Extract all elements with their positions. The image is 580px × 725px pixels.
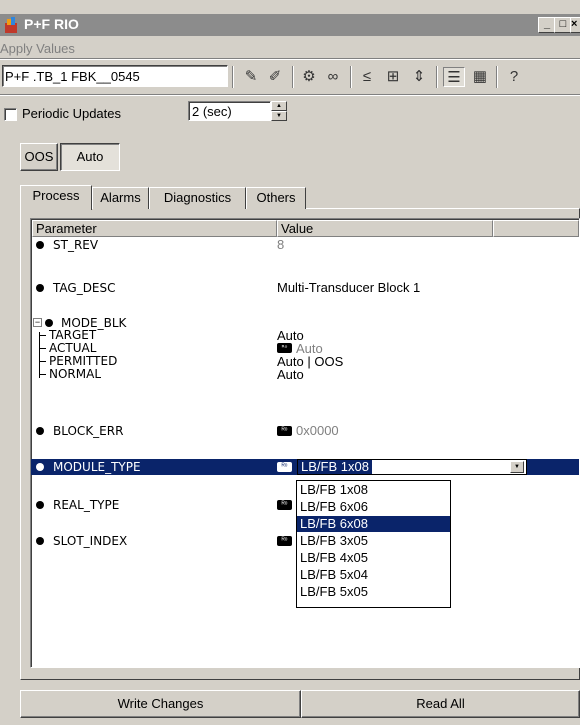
bullet-icon [36, 501, 44, 509]
device-tag-field[interactable]: P+F .TB_1 FBK__0545 [2, 65, 228, 87]
tree-line [39, 348, 46, 349]
combobox-value: LB/FB 1x08 [298, 460, 372, 474]
oos-button[interactable]: OOS [20, 143, 58, 171]
read-only-icon: ᴿᵒ [277, 536, 292, 546]
module-type-dropdown-list[interactable]: LB/FB 1x08 LB/FB 6x06 LB/FB 6x08 LB/FB 3… [296, 480, 451, 608]
dropdown-option[interactable]: LB/FB 5x05 [297, 584, 450, 600]
periodic-updates-checkbox[interactable] [4, 108, 17, 121]
bullet-icon [36, 537, 44, 545]
toolbar-separator [496, 66, 498, 88]
dropdown-option[interactable]: LB/FB 4x05 [297, 550, 450, 566]
param-row-tag-desc[interactable]: TAG_DESC Multi-Transducer Block 1 [31, 280, 579, 296]
link-icon[interactable]: ∞ [322, 67, 344, 87]
tab-others[interactable]: Others [246, 187, 306, 209]
read-only-icon: ᴿᵒ [277, 426, 292, 436]
toolbar: P+F .TB_1 FBK__0545 ✎ ✐ ⚙ ∞ ≤ ⊞ ⇕ ☰ ▦ ? [0, 62, 580, 92]
column-header-parameter[interactable]: Parameter [32, 220, 277, 237]
dropdown-option-highlighted[interactable]: LB/FB 6x08 [297, 516, 450, 532]
pencil-icon[interactable]: ✐ [264, 67, 286, 87]
sort-icon[interactable]: ⇕ [408, 67, 430, 87]
write-changes-button[interactable]: Write Changes [20, 690, 301, 718]
child-row-permitted[interactable]: PERMITTED Auto | OOS [31, 355, 579, 368]
tab-alarms[interactable]: Alarms [92, 187, 149, 209]
column-header-blank [493, 220, 579, 237]
read-only-icon: ᴿᵒ [277, 462, 292, 472]
dropdown-option[interactable]: LB/FB 1x08 [297, 482, 450, 498]
param-name: ST_REV [53, 238, 99, 252]
bullet-icon [45, 319, 53, 327]
tree-line [39, 361, 46, 362]
spin-down-icon[interactable]: ▼ [271, 111, 287, 121]
grid-view-icon[interactable]: ▦ [469, 67, 491, 87]
menu-bar: Apply Values [0, 38, 580, 58]
dropdown-option[interactable]: LB/FB 5x04 [297, 567, 450, 583]
read-only-icon: ᴿᵒ [277, 500, 292, 510]
child-row-normal[interactable]: NORMAL Auto [31, 368, 579, 381]
param-value: Multi-Transducer Block 1 [277, 280, 421, 295]
title-bar[interactable]: P+F RIO _ □ × [0, 14, 580, 36]
bottom-button-bar: Write Changes Read All [20, 690, 580, 718]
read-only-icon: ᴿᵒ [277, 343, 292, 353]
dropdown-arrow-icon[interactable]: ▼ [510, 461, 524, 473]
toolbar-separator [350, 66, 352, 88]
periodic-updates-label: Periodic Updates [22, 106, 121, 121]
tree-line [39, 374, 46, 375]
toolbar-separator [232, 66, 234, 88]
interval-spinner[interactable]: ▲ ▼ [271, 101, 287, 121]
settings-icon[interactable]: ⚙ [298, 67, 320, 87]
update-interval-input[interactable]: 2 (sec) [188, 101, 271, 121]
dropdown-option[interactable]: LB/FB 6x06 [297, 499, 450, 515]
param-row-st-rev[interactable]: ST_REV 8 [31, 237, 579, 253]
bullet-icon [36, 284, 44, 292]
bullet-icon [36, 241, 44, 249]
divider [0, 94, 580, 96]
child-value: Auto [277, 367, 304, 382]
dropdown-option[interactable]: LB/FB 3x05 [297, 533, 450, 549]
module-type-combobox[interactable]: LB/FB 1x08 ▼ [297, 459, 527, 475]
rio-window: P+F RIO _ □ × Apply Values P+F .TB_1 FBK… [0, 0, 580, 725]
window-title: P+F RIO [24, 16, 79, 32]
bullet-icon [36, 427, 44, 435]
param-row-module-type[interactable]: MODULE_TYPE ᴿᵒ LB/FB 1x08 ▼ [31, 459, 579, 475]
param-name: REAL_TYPE [53, 498, 120, 512]
tab-diagnostics[interactable]: Diagnostics [149, 187, 246, 209]
divider [0, 58, 580, 60]
tab-process[interactable]: Process [20, 185, 92, 210]
help-icon[interactable]: ? [503, 67, 525, 87]
auto-button[interactable]: Auto [60, 143, 120, 171]
tree-line [39, 335, 46, 336]
calculator-icon[interactable]: ⊞ [382, 67, 404, 87]
toolbar-separator [292, 66, 294, 88]
read-all-button[interactable]: Read All [301, 690, 580, 718]
param-name: TAG_DESC [53, 281, 116, 295]
bullet-icon [36, 463, 44, 471]
param-name: SLOT_INDEX [53, 534, 128, 548]
app-icon [5, 17, 17, 33]
param-name: MODULE_TYPE [53, 460, 141, 474]
column-header-value[interactable]: Value [277, 220, 493, 237]
edit-icon[interactable]: ✎ [240, 67, 262, 87]
param-value: 0x0000 [296, 423, 339, 438]
list-view-icon[interactable]: ☰ [443, 67, 465, 87]
param-row-block-err[interactable]: BLOCK_ERR ᴿᵒ 0x0000 [31, 423, 579, 439]
spin-up-icon[interactable]: ▲ [271, 101, 287, 111]
param-value: 8 [277, 237, 285, 252]
apply-values-menu[interactable]: Apply Values [0, 41, 75, 56]
child-name: NORMAL [49, 367, 102, 381]
periodic-updates-row: Periodic Updates 2 (sec) ▲ ▼ [0, 100, 580, 126]
toolbar-separator [436, 66, 438, 88]
collapse-icon[interactable]: − [33, 318, 42, 327]
close-button[interactable]: × [570, 17, 580, 33]
param-name: BLOCK_ERR [53, 424, 124, 438]
compare-icon[interactable]: ≤ [356, 67, 378, 87]
